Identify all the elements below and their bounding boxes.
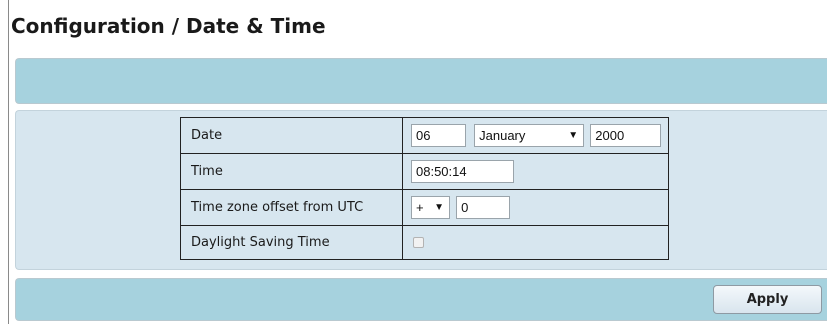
time-value-cell: 08:50:14	[402, 153, 669, 190]
date-time-settings-table: Date 06 January ▼ 2000 Time 08:50:14 Tim…	[180, 117, 669, 260]
time-input[interactable]: 08:50:14	[411, 160, 514, 183]
timezone-sign-select[interactable]: + ▼	[411, 196, 450, 219]
time-label: Time	[180, 153, 403, 190]
header-band	[15, 58, 827, 104]
apply-button[interactable]: Apply	[713, 285, 822, 314]
month-select-value: January	[479, 128, 526, 143]
day-input[interactable]: 06	[411, 124, 466, 147]
chevron-down-icon: ▼	[568, 130, 579, 141]
dst-value-cell	[402, 225, 669, 260]
footer-band	[15, 278, 827, 321]
table-row: Date 06 January ▼ 2000	[180, 117, 669, 154]
page-title: Configuration / Date & Time	[11, 14, 326, 38]
date-label: Date	[180, 117, 403, 154]
table-row: Time zone offset from UTC + ▼ 0	[180, 189, 669, 226]
year-input[interactable]: 2000	[590, 124, 662, 147]
table-row: Daylight Saving Time	[180, 225, 669, 260]
chevron-down-icon: ▼	[434, 202, 444, 213]
timezone-sign-value: +	[416, 200, 424, 215]
timezone-label: Time zone offset from UTC	[180, 189, 403, 226]
date-value-cell: 06 January ▼ 2000	[402, 117, 669, 154]
timezone-value-cell: + ▼ 0	[402, 189, 669, 226]
timezone-offset-input[interactable]: 0	[456, 196, 511, 219]
dst-label: Daylight Saving Time	[180, 225, 403, 260]
dst-checkbox[interactable]	[413, 237, 424, 248]
month-select[interactable]: January ▼	[474, 124, 585, 147]
table-row: Time 08:50:14	[180, 153, 669, 190]
